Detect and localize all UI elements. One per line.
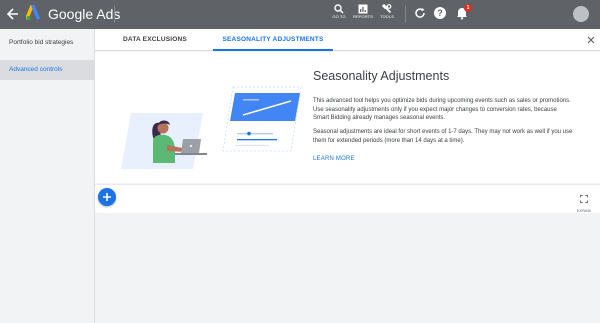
- card-description: This advanced tool helps you optimize bi…: [313, 98, 571, 121]
- seasonality-info-card: Seasonality Adjustments This advanced to…: [95, 52, 600, 183]
- tools-button[interactable]: TOOLS: [375, 3, 399, 26]
- goto-label: GO TO: [332, 14, 346, 19]
- top-bar: Google Ads GO TO REPORTS TOOLS ? 1: [0, 0, 600, 29]
- google-ads-logo: [26, 5, 40, 20]
- plus-icon: [103, 193, 111, 201]
- header-divider-2: [405, 5, 406, 23]
- tools-label: TOOLS: [380, 14, 394, 19]
- tabs-bar: DATA EXCLUSIONS SEASONALITY ADJUSTMENTS: [95, 29, 600, 51]
- avatar[interactable]: [573, 6, 589, 22]
- expand-button[interactable]: EXPAND: [577, 190, 591, 214]
- reports-label: REPORTS: [353, 14, 373, 19]
- expand-icon: [580, 195, 588, 203]
- header-divider: [114, 5, 115, 23]
- table-toolbar: EXPAND: [95, 184, 600, 213]
- search-icon: [334, 4, 344, 14]
- main-panel: DATA EXCLUSIONS SEASONALITY ADJUSTMENTS: [95, 29, 600, 323]
- sidebar-item-portfolio-bid-strategies[interactable]: Portfolio bid strategies: [0, 33, 95, 53]
- learn-more-link[interactable]: LEARN MORE: [313, 155, 355, 163]
- wrench-icon: [382, 4, 392, 14]
- reports-icon: [358, 4, 368, 14]
- card-title: Seasonality Adjustments: [313, 69, 450, 83]
- goto-button[interactable]: GO TO: [327, 3, 351, 26]
- expand-label: EXPAND: [577, 209, 592, 213]
- sidebar-item-advanced-controls[interactable]: Advanced controls: [0, 60, 95, 80]
- help-icon[interactable]: ?: [433, 6, 447, 20]
- add-button[interactable]: [98, 188, 116, 206]
- close-icon[interactable]: [586, 35, 596, 45]
- seasonality-illustration: [121, 86, 302, 169]
- sidebar: Portfolio bid strategies Advanced contro…: [0, 29, 95, 323]
- app-title: Google Ads: [48, 6, 121, 22]
- back-arrow-icon[interactable]: [6, 5, 20, 23]
- reports-button[interactable]: REPORTS: [351, 3, 375, 26]
- svg-text:?: ?: [437, 8, 443, 18]
- card-description-secondary: Seasonal adjustments are ideal for short…: [313, 129, 573, 144]
- tab-seasonality-adjustments[interactable]: SEASONALITY ADJUSTMENTS: [213, 29, 333, 51]
- notification-badge: 1: [464, 4, 472, 12]
- tab-data-exclusions[interactable]: DATA EXCLUSIONS: [109, 29, 201, 51]
- refresh-icon[interactable]: [413, 6, 427, 20]
